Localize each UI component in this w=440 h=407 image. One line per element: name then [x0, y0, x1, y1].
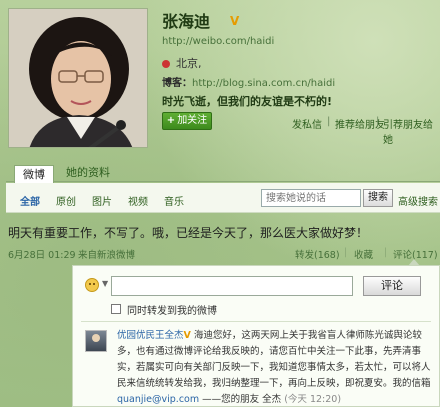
link-separator: | — [327, 116, 331, 127]
profile-avatar[interactable] — [8, 8, 148, 148]
meta-separator: | — [344, 247, 348, 258]
follow-button[interactable]: + 加关注 — [162, 112, 212, 130]
comment-author-link[interactable]: 优园优民王全杰 — [117, 330, 184, 341]
profile-blog: 博客：http://blog.sina.com.cn/haidi — [162, 74, 335, 89]
search-button[interactable]: 搜索 — [363, 189, 393, 207]
link-separator: | — [376, 116, 380, 127]
post-source[interactable]: 来自新浪微博 — [78, 247, 135, 261]
repost-checkbox-label: 同时转发到我的微博 — [127, 306, 217, 317]
filter-bar: 全部 原创 图片 视频 音乐 搜索 高级搜索 — [6, 183, 440, 213]
post-text: 明天有重要工作，不写了。哦，已经是今天了，那么医大家做好梦！ — [8, 226, 369, 240]
comment-item: 优园优民王全杰V 海迪您好，这两天网上关于我省盲人律师陈光诚舆论较多，也有通过微… — [117, 328, 431, 407]
comment-author-avatar[interactable] — [85, 330, 107, 352]
filter-music[interactable]: 音乐 — [164, 193, 184, 208]
follow-button-label: 加关注 — [177, 115, 208, 126]
comment-input[interactable] — [111, 276, 353, 296]
introduce-friend-link[interactable]: 引荐朋友给她 — [383, 116, 440, 146]
advanced-search-link[interactable]: 高级搜索 — [398, 193, 438, 208]
location-pin-icon — [162, 60, 170, 68]
filter-images[interactable]: 图片 — [92, 193, 112, 208]
meta-separator: | — [384, 247, 388, 258]
search-input[interactable] — [261, 189, 361, 207]
panel-pointer — [408, 259, 420, 266]
favorite-link[interactable]: 收藏 — [354, 247, 373, 261]
repost-link[interactable]: 转发(168) — [295, 247, 340, 261]
comment-signoff: ——您的朋友 全杰 — [202, 394, 282, 405]
filter-original[interactable]: 原创 — [56, 193, 76, 208]
profile-name: 张海迪 — [162, 12, 211, 31]
post-date-link[interactable]: 6月28日 01:29 — [8, 247, 76, 261]
location-text: 北京, — [176, 57, 202, 70]
comment-time: (今天 12:20) — [284, 394, 342, 405]
send-message-link[interactable]: 发私信 — [292, 116, 322, 131]
verified-badge-icon: V — [230, 14, 240, 28]
comment-panel: ▼ 评论 同时转发到我的微博 优园优民王全杰V 海迪您好，这两天网上关于我省盲人… — [72, 259, 440, 407]
blog-link[interactable]: http://blog.sina.com.cn/haidi — [192, 78, 335, 89]
profile-location: 北京, — [162, 55, 202, 71]
repost-checkbox[interactable] — [111, 304, 121, 314]
divider — [81, 321, 431, 322]
filter-videos[interactable]: 视频 — [128, 193, 148, 208]
plus-icon: + — [166, 115, 176, 126]
chevron-down-icon[interactable]: ▼ — [102, 279, 108, 288]
tab-weibo[interactable]: 微博 — [14, 165, 54, 183]
filter-all[interactable]: 全部 — [20, 193, 40, 208]
verified-badge-icon: V — [183, 330, 191, 341]
comment-email[interactable]: quanjie@vip.com — [117, 394, 199, 405]
tab-profile-info[interactable]: 她的资料 — [58, 164, 118, 182]
blog-label: 博客： — [162, 78, 192, 89]
profile-url-link[interactable]: http://weibo.com/haidi — [162, 36, 274, 47]
profile-motto: 时光飞逝，但我们的友谊是不朽的! — [162, 95, 333, 108]
profile-tabs: 微博 她的资料 — [6, 160, 440, 183]
emoji-icon[interactable] — [85, 278, 99, 292]
submit-comment-button[interactable]: 评论 — [363, 276, 421, 296]
